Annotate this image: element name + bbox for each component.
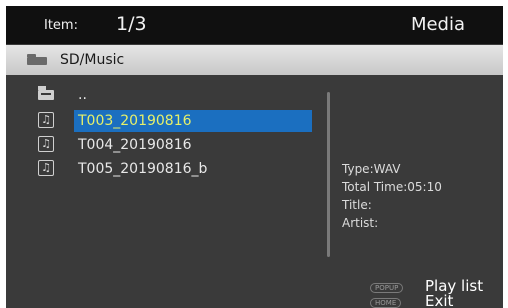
- popup-key-icon: POPUP: [370, 283, 404, 293]
- panel-divider[interactable]: [327, 92, 330, 257]
- file-list: .. ♫ T003_20190816 ♫ T004_20190816 ♫ T00…: [6, 76, 326, 266]
- top-bar: Item: 1/3 Media: [6, 6, 503, 44]
- music-file-icon: ♫: [38, 112, 54, 128]
- current-path: SD/Music: [60, 52, 125, 68]
- list-item-label: ..: [78, 87, 87, 103]
- list-item-label: T005_20190816_b: [78, 161, 208, 177]
- info-type: Type:WAV: [342, 162, 401, 176]
- list-item-label: T004_20190816: [78, 137, 192, 153]
- music-file-icon: ♫: [38, 136, 54, 152]
- info-total-time: Total Time:05:10: [342, 180, 442, 194]
- info-title: Title:: [342, 198, 372, 212]
- media-screen: Item: 1/3 Media SD/Music .. ♫ T003_20190…: [6, 6, 503, 308]
- list-item-parent[interactable]: ..: [36, 84, 316, 106]
- file-info-panel: Type:WAV Total Time:05:10 Title: Artist:: [342, 160, 442, 232]
- item-count: 1/3: [116, 13, 147, 35]
- item-label: Item:: [44, 18, 78, 33]
- path-bar: SD/Music: [6, 45, 503, 75]
- music-file-icon: ♫: [38, 160, 54, 176]
- list-item-label: T003_20190816: [74, 110, 312, 132]
- info-artist: Artist:: [342, 216, 379, 230]
- list-item[interactable]: ♫ T005_20190816_b: [36, 158, 316, 180]
- folder-icon: [27, 54, 47, 65]
- list-item[interactable]: ♫ T004_20190816: [36, 134, 316, 156]
- hint-label: Exit: [425, 292, 454, 308]
- parent-folder-icon: [38, 86, 54, 100]
- home-key-icon: HOME: [370, 298, 402, 308]
- list-item-selected[interactable]: ♫ T003_20190816: [36, 110, 316, 132]
- page-title: Media: [410, 14, 465, 35]
